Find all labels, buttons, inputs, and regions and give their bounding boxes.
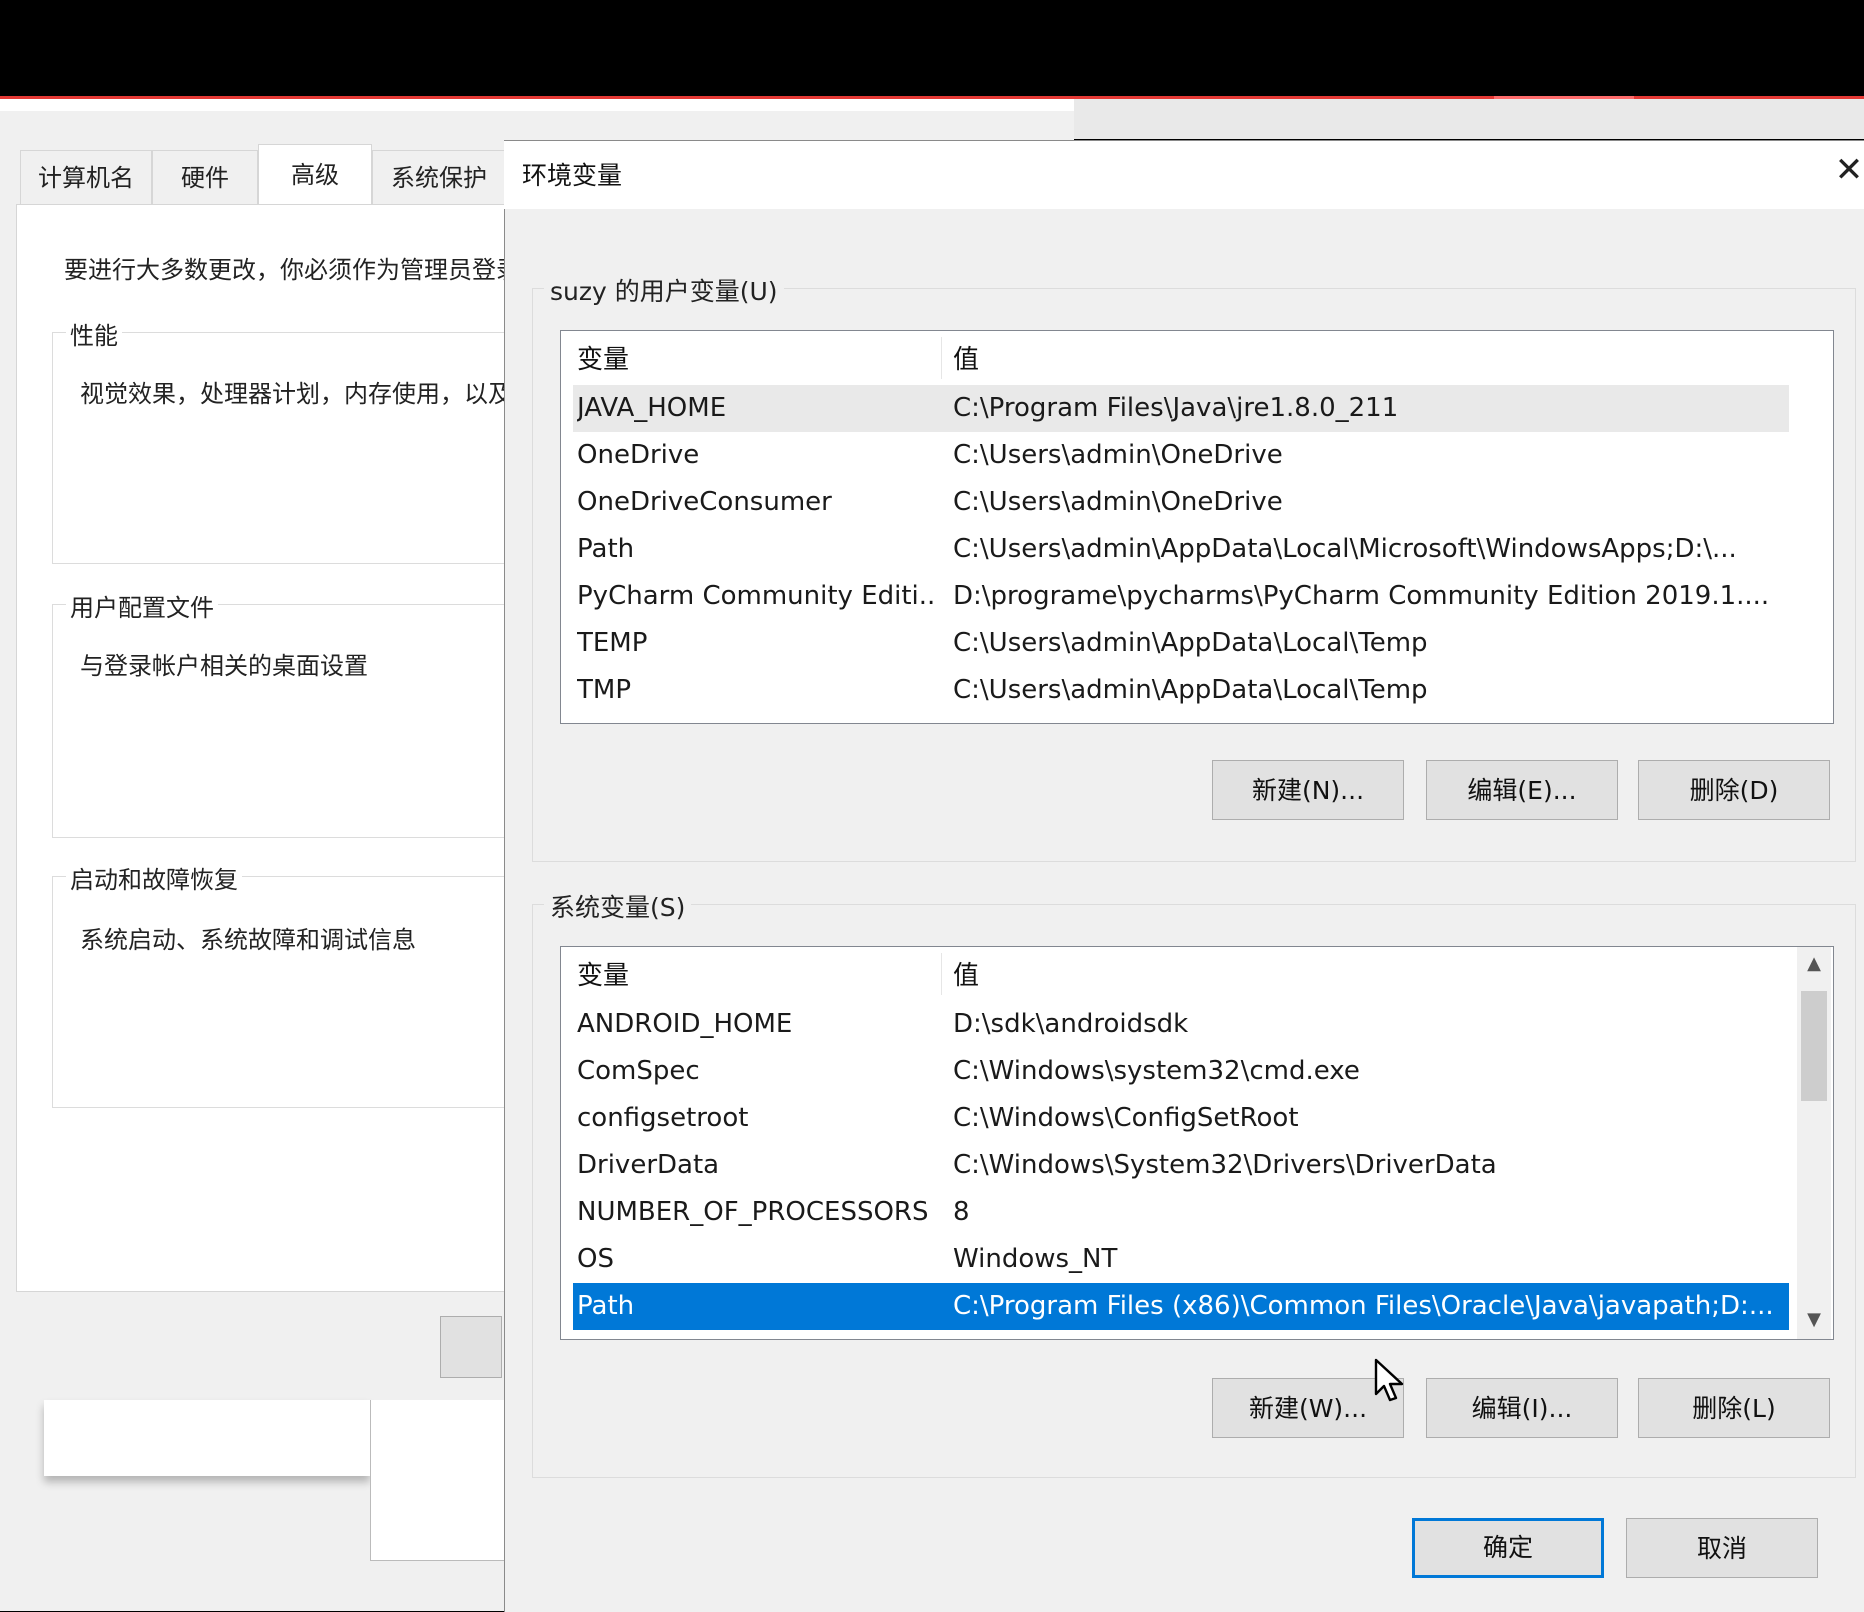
row-name: TEMP	[577, 628, 648, 658]
list-header: 变量 值	[573, 953, 1789, 1000]
table-row-selected[interactable]: Path C:\Program Files (x86)\Common Files…	[573, 1283, 1789, 1330]
header-value[interactable]: 值	[953, 953, 1783, 1000]
row-name: OneDriveConsumer	[577, 487, 832, 517]
table-row[interactable]: OS Windows_NT	[573, 1236, 1789, 1283]
ok-button[interactable]: 确定	[1412, 1518, 1604, 1578]
row-name: OneDrive	[577, 440, 700, 470]
table-row[interactable]: OneDriveConsumer C:\Users\admin\OneDrive	[573, 479, 1789, 526]
row-value: C:\Users\admin\AppData\Local\Microsoft\W…	[953, 534, 1737, 564]
header-name[interactable]: 变量	[577, 953, 937, 1000]
user-variables-title: suzy 的用户变量(U)	[544, 272, 784, 308]
table-row[interactable]: ComSpec C:\Windows\system32\cmd.exe	[573, 1048, 1789, 1095]
background-popup-panel-secondary	[370, 1400, 506, 1561]
row-value: C:\Windows\System32\Drivers\DriverData	[953, 1150, 1497, 1180]
row-name: configsetroot	[577, 1103, 749, 1133]
performance-group	[52, 332, 514, 564]
system-variables-scrollbar[interactable]: ▲ ▼	[1797, 947, 1831, 1339]
user-delete-button[interactable]: 删除(D)	[1638, 760, 1830, 820]
table-row[interactable]: ANDROID_HOME D:\sdk\androidsdk	[573, 1001, 1789, 1048]
user-variables-list[interactable]: 变量 值 JAVA_HOME C:\Program Files\Java\jre…	[560, 330, 1834, 724]
row-value: D:\sdk\androidsdk	[953, 1009, 1189, 1039]
row-value: C:\Users\admin\AppData\Local\Temp	[953, 628, 1428, 658]
table-row[interactable]: NUMBER_OF_PROCESSORS 8	[573, 1189, 1789, 1236]
system-properties-ok-button[interactable]	[440, 1316, 502, 1378]
user-new-button[interactable]: 新建(N)...	[1212, 760, 1404, 820]
row-name: TMP	[577, 675, 631, 705]
row-name: OS	[577, 1244, 614, 1274]
mouse-cursor-icon	[1374, 1358, 1404, 1402]
system-variables-list[interactable]: 变量 值 ANDROID_HOME D:\sdk\androidsdk ComS…	[560, 946, 1834, 1340]
tab-computer-name[interactable]: 计算机名	[20, 150, 152, 205]
row-value: C:\Windows\ConfigSetRoot	[953, 1103, 1299, 1133]
table-row[interactable]: PyCharm Community Editi... D:\programe\p…	[573, 573, 1789, 620]
row-value: C:\Users\admin\OneDrive	[953, 487, 1283, 517]
table-row[interactable]: DriverData C:\Windows\System32\Drivers\D…	[573, 1142, 1789, 1189]
startup-recovery-group	[52, 876, 514, 1108]
user-profiles-group	[52, 604, 514, 838]
row-value: C:\Windows\system32\cmd.exe	[953, 1056, 1360, 1086]
user-profiles-description: 与登录帐户相关的桌面设置	[80, 652, 368, 680]
row-name: JAVA_HOME	[577, 393, 727, 423]
table-row[interactable]: configsetroot C:\Windows\ConfigSetRoot	[573, 1095, 1789, 1142]
tab-system-protection[interactable]: 系统保护	[372, 150, 506, 205]
dialog-titlebar	[504, 141, 1864, 209]
startup-recovery-group-title: 启动和故障恢复	[66, 860, 242, 895]
row-value: 8	[953, 1197, 970, 1227]
row-name: ComSpec	[577, 1056, 700, 1086]
table-row[interactable]: JAVA_HOME C:\Program Files\Java\jre1.8.0…	[573, 385, 1789, 432]
background-popup-panel	[44, 1400, 370, 1476]
tab-advanced[interactable]: 高级	[258, 144, 372, 205]
table-row[interactable]: Path C:\Users\admin\AppData\Local\Micros…	[573, 526, 1789, 573]
performance-group-title: 性能	[66, 316, 122, 351]
cancel-button[interactable]: 取消	[1626, 1518, 1818, 1578]
scroll-down-icon[interactable]: ▼	[1797, 1305, 1831, 1335]
system-edit-button[interactable]: 编辑(I)...	[1426, 1378, 1618, 1438]
row-value: Windows_NT	[953, 1244, 1118, 1274]
user-profiles-group-title: 用户配置文件	[66, 588, 218, 623]
row-name: PyCharm Community Editi...	[577, 581, 937, 611]
row-name: NUMBER_OF_PROCESSORS	[577, 1197, 929, 1227]
system-properties-titlebar	[0, 96, 1074, 111]
performance-description: 视觉效果，处理器计划，内存使用，以及虚拟内存	[80, 380, 504, 408]
header-name[interactable]: 变量	[577, 337, 937, 384]
row-name: DriverData	[577, 1150, 720, 1180]
row-name: Path	[577, 534, 635, 564]
tab-hardware[interactable]: 硬件	[152, 150, 258, 205]
user-edit-button[interactable]: 编辑(E)...	[1426, 760, 1618, 820]
system-variables-title: 系统变量(S)	[544, 888, 692, 924]
admin-notice: 要进行大多数更改，你必须作为管理员登录	[64, 256, 504, 284]
scroll-thumb[interactable]	[1801, 991, 1827, 1101]
dialog-title: 环境变量	[522, 161, 623, 190]
row-name: Path	[577, 1291, 635, 1321]
row-value: C:\Users\admin\AppData\Local\Temp	[953, 675, 1428, 705]
row-value: D:\programe\pycharms\PyCharm Community E…	[953, 581, 1770, 611]
background-app-strip	[1074, 96, 1864, 139]
table-row[interactable]: TEMP C:\Users\admin\AppData\Local\Temp	[573, 620, 1789, 667]
row-value: C:\Program Files\Java\jre1.8.0_211	[953, 393, 1399, 423]
table-row[interactable]: TMP C:\Users\admin\AppData\Local\Temp	[573, 667, 1789, 714]
startup-recovery-description: 系统启动、系统故障和调试信息	[80, 926, 416, 954]
row-value: C:\Program Files (x86)\Common Files\Orac…	[953, 1291, 1774, 1321]
system-delete-button[interactable]: 删除(L)	[1638, 1378, 1830, 1438]
row-value: C:\Users\admin\OneDrive	[953, 440, 1283, 470]
table-row[interactable]: OneDrive C:\Users\admin\OneDrive	[573, 432, 1789, 479]
header-value[interactable]: 值	[953, 337, 1783, 384]
scroll-up-icon[interactable]: ▲	[1797, 949, 1831, 979]
close-icon[interactable]: ✕	[1834, 150, 1864, 190]
row-name: ANDROID_HOME	[577, 1009, 793, 1039]
list-header: 变量 值	[573, 337, 1813, 384]
